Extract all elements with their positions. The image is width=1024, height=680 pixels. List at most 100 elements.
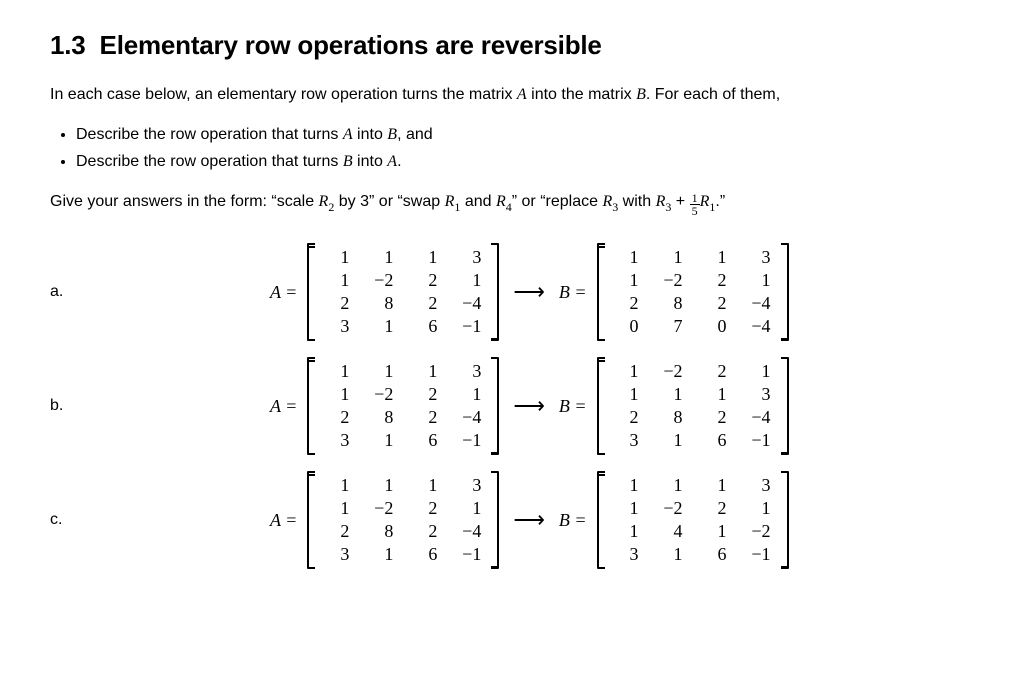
problem-label: c. [50, 463, 270, 577]
matrix-cell: 1 [693, 246, 737, 269]
matrix-cell: −2 [359, 269, 403, 292]
section-number: 1.3 [50, 30, 86, 60]
A-equals: A = [270, 282, 297, 303]
matrix-A: 11131−221282−4316−1 [307, 471, 499, 569]
af-text: + [671, 193, 689, 210]
arrow-icon: ⟶ [509, 279, 549, 305]
af-text: by 3” or “swap [334, 193, 444, 210]
matrix-cell: 2 [403, 383, 447, 406]
problem-equation: A =11131−221282−4316−1⟶B =11131−221141−2… [270, 463, 974, 577]
section-title-text: Elementary row operations are reversible [100, 30, 602, 60]
problem-row: c.A =11131−221282−4316−1⟶B =11131−221141… [50, 463, 974, 577]
matrix-cell: −4 [737, 315, 781, 338]
task-text: Describe the row operation that turns [76, 153, 343, 170]
answer-format: Give your answers in the form: “scale R2… [50, 189, 974, 217]
matrix-cell: 1 [737, 269, 781, 292]
matrix-cell: 6 [693, 543, 737, 566]
matrix-cell: −1 [737, 543, 781, 566]
matrix-cell: 2 [693, 406, 737, 429]
fraction-one-fifth: 15 [690, 192, 700, 217]
matrix-cell: 1 [315, 474, 359, 497]
problem-row: b.A =11131−221282−4316−1⟶B =1−2211113282… [50, 349, 974, 463]
matrix-B: 11131−221141−2316−1 [597, 471, 789, 569]
matrix-cell: 2 [605, 406, 649, 429]
matrix-cell: 1 [359, 360, 403, 383]
matrix-cell: 2 [403, 520, 447, 543]
matrix-cell: 1 [649, 429, 693, 452]
matrix-cell: −4 [447, 292, 491, 315]
matrix-cell: 1 [359, 474, 403, 497]
matrix-cell: 2 [693, 497, 737, 520]
task-text: into [353, 126, 388, 143]
matrix-cell: 3 [447, 474, 491, 497]
matrix-cell: −1 [447, 429, 491, 452]
matrix-cell: −2 [737, 520, 781, 543]
matrix-cell: 2 [315, 520, 359, 543]
matrix-cell: 2 [315, 292, 359, 315]
matrix-cell: 1 [693, 520, 737, 543]
matrix-cell: 7 [649, 315, 693, 338]
matrix-cell: 2 [605, 292, 649, 315]
matrix-cell: 1 [359, 246, 403, 269]
matrix-cell: 1 [649, 383, 693, 406]
matrix-cell: −2 [649, 269, 693, 292]
matrix-cell: 2 [403, 292, 447, 315]
matrix-B: 11131−221282−4070−4 [597, 243, 789, 341]
matrix-cell: 1 [315, 383, 359, 406]
matrix-cell: 1 [693, 383, 737, 406]
math-R1: R1 [445, 193, 461, 210]
matrix-cell: 1 [605, 520, 649, 543]
matrix-cell: 3 [605, 429, 649, 452]
matrix-A: 11131−221282−4316−1 [307, 243, 499, 341]
matrix-cell: 1 [605, 383, 649, 406]
matrix-cell: 1 [737, 360, 781, 383]
task-text: into [353, 153, 388, 170]
arrow-icon: ⟶ [509, 393, 549, 419]
matrix-cell: 1 [737, 497, 781, 520]
task-text: Describe the row operation that turns [76, 126, 343, 143]
matrix-cell: 1 [359, 543, 403, 566]
af-text: Give your answers in the form: “scale [50, 193, 319, 210]
matrix-cell: −1 [447, 543, 491, 566]
task-text: , and [397, 126, 433, 143]
matrix-cell: 8 [359, 292, 403, 315]
matrix-cell: 1 [649, 474, 693, 497]
math-R4: R4 [496, 193, 512, 210]
matrix-cell: 1 [315, 360, 359, 383]
matrix-cell: 1 [605, 474, 649, 497]
matrix-cell: 8 [359, 406, 403, 429]
math-R3: R3 [602, 193, 618, 210]
matrix-cell: 3 [737, 474, 781, 497]
matrix-cell: 8 [359, 520, 403, 543]
matrix-cell: −2 [649, 360, 693, 383]
A-equals: A = [270, 396, 297, 417]
math-var-A: A [517, 86, 527, 103]
B-equals: B = [559, 510, 587, 531]
af-text: and [460, 193, 496, 210]
math-var-B: B [343, 153, 353, 170]
problem-list: a.A =11131−221282−4316−1⟶B =11131−221282… [50, 235, 974, 577]
problem-label: a. [50, 235, 270, 349]
B-equals: B = [559, 396, 587, 417]
intro-text: . For each of them, [646, 86, 780, 103]
matrix-cell: 1 [403, 246, 447, 269]
matrix-cell: 3 [737, 246, 781, 269]
matrix-cell: −4 [737, 292, 781, 315]
task-text: . [397, 153, 401, 170]
matrix-cell: 3 [315, 429, 359, 452]
math-var-B: B [636, 86, 646, 103]
A-equals: A = [270, 510, 297, 531]
matrix-cell: 2 [315, 406, 359, 429]
matrix-cell: −4 [447, 406, 491, 429]
matrix-cell: 1 [403, 474, 447, 497]
intro-paragraph: In each case below, an elementary row op… [50, 83, 974, 107]
matrix-cell: 1 [649, 543, 693, 566]
matrix-cell: 3 [605, 543, 649, 566]
matrix-cell: 1 [447, 383, 491, 406]
matrix-cell: −4 [447, 520, 491, 543]
intro-text: In each case below, an elementary row op… [50, 86, 517, 103]
math-var-A: A [387, 153, 397, 170]
matrix-A: 11131−221282−4316−1 [307, 357, 499, 455]
matrix-cell: 2 [693, 269, 737, 292]
matrix-cell: 3 [315, 315, 359, 338]
